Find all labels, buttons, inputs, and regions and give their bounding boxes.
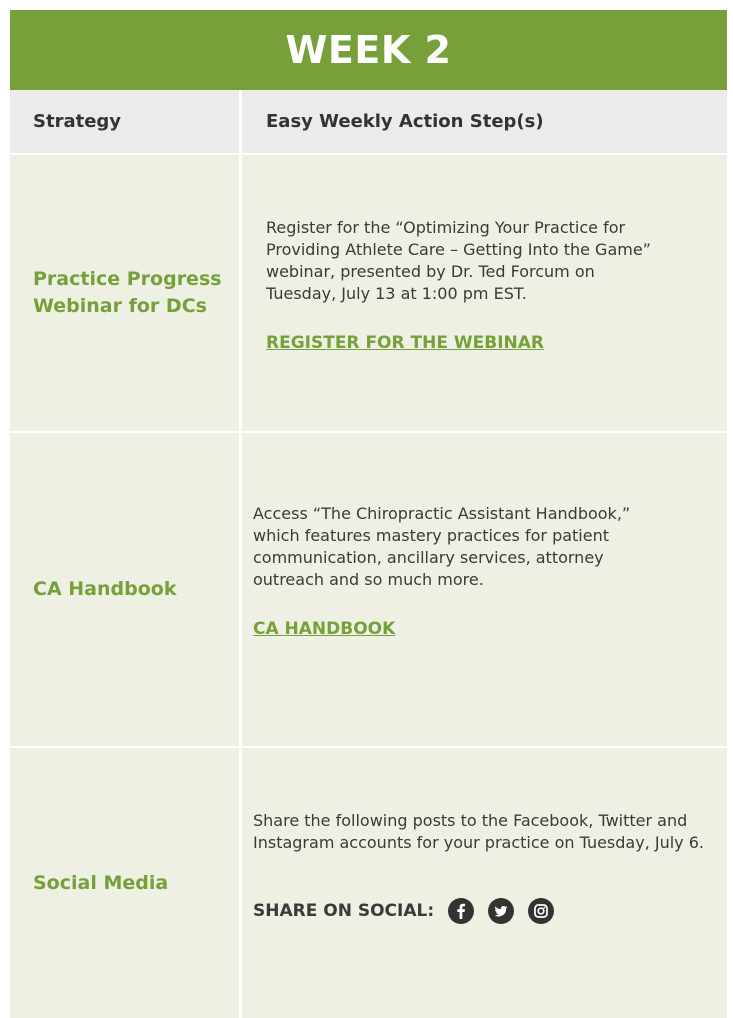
strategy-cell: Social Media	[10, 748, 242, 1018]
share-on-social: SHARE ON SOCIAL:	[253, 898, 555, 924]
strategy-cell: CA Handbook	[10, 433, 242, 746]
table-row: CA Handbook Access “The Chiropractic Ass…	[10, 433, 727, 748]
ca-handbook-link[interactable]: CA HANDBOOK	[253, 619, 395, 639]
action-cell: Share the following posts to the Faceboo…	[242, 748, 727, 1018]
table-row: Social Media Share the following posts t…	[10, 748, 727, 1018]
facebook-icon[interactable]	[448, 898, 475, 924]
action-cell: Register for the “Optimizing Your Practi…	[242, 155, 727, 431]
action-cell: Access “The Chiropractic Assistant Handb…	[242, 433, 727, 746]
action-description: Share the following posts to the Faceboo…	[253, 811, 704, 852]
share-label: SHARE ON SOCIAL:	[253, 901, 435, 921]
action-description: Register for the “Optimizing Your Practi…	[266, 218, 651, 303]
register-webinar-link[interactable]: REGISTER FOR THE WEBINAR	[266, 333, 544, 353]
week-banner: WEEK 2	[10, 10, 727, 90]
twitter-icon[interactable]	[488, 898, 515, 924]
header-action: Easy Weekly Action Step(s)	[266, 111, 544, 132]
header-strategy: Strategy	[10, 90, 242, 153]
page-title: WEEK 2	[285, 28, 452, 72]
instagram-icon[interactable]	[528, 898, 555, 924]
strategy-cell: Practice Progress Webinar for DCs	[10, 155, 242, 431]
table-header-row: Strategy Easy Weekly Action Step(s)	[10, 90, 727, 155]
action-description: Access “The Chiropractic Assistant Handb…	[253, 504, 631, 589]
week-table: WEEK 2 Strategy Easy Weekly Action Step(…	[10, 10, 727, 1018]
table-row: Practice Progress Webinar for DCs Regist…	[10, 155, 727, 433]
